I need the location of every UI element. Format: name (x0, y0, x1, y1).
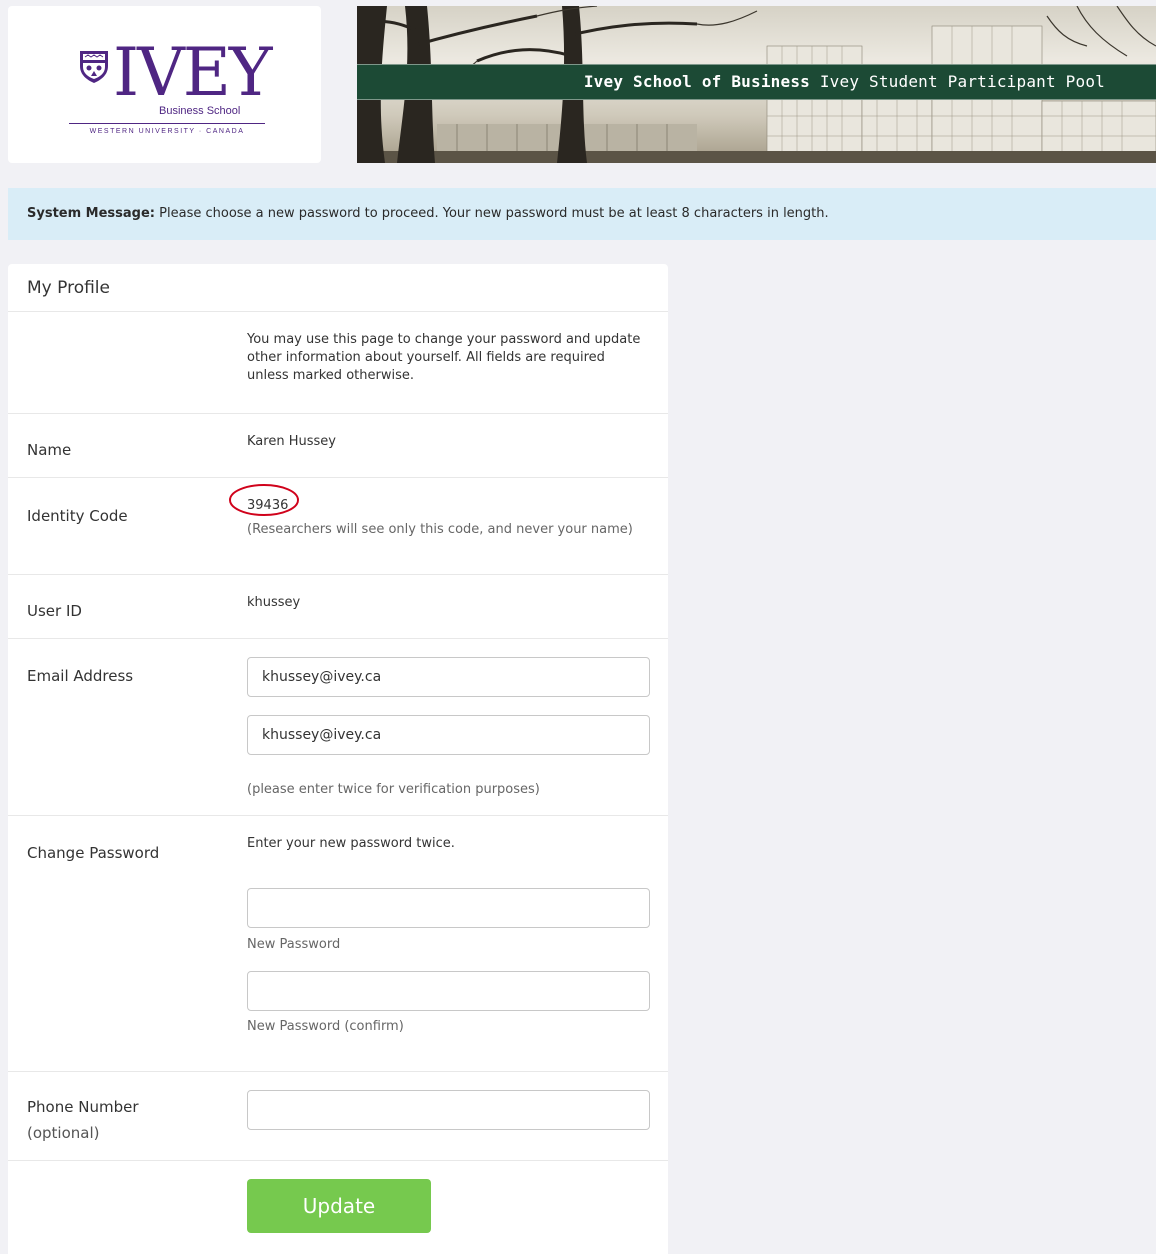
banner-title: Ivey School of Business Ivey Student Par… (584, 72, 1105, 91)
system-message: System Message: Please choose a new pass… (8, 188, 1156, 240)
email-note: (please enter twice for verification pur… (247, 782, 540, 797)
divider (8, 477, 668, 478)
ivey-logo: IVEY Business School WESTERN UNIVERSITY … (69, 34, 272, 142)
divider (8, 1160, 668, 1161)
logo-container[interactable]: IVEY Business School WESTERN UNIVERSITY … (8, 6, 321, 163)
shield-icon (80, 51, 108, 83)
divider (8, 574, 668, 575)
banner-title-bar: Ivey School of Business Ivey Student Par… (357, 64, 1156, 100)
profile-panel: My Profile You may use this page to chan… (8, 264, 668, 1254)
password-instruction: Enter your new password twice. (247, 836, 455, 851)
logo-divider (69, 123, 265, 124)
profile-intro-text: You may use this page to change your pas… (247, 332, 641, 383)
identity-code-label: Identity Code (27, 507, 128, 525)
change-password-label: Change Password (27, 844, 160, 862)
email-confirm-input[interactable] (247, 715, 650, 755)
email-input[interactable] (247, 657, 650, 697)
new-password-label: New Password (247, 937, 341, 952)
user-id-value: khussey (247, 595, 301, 610)
email-label: Email Address (27, 667, 134, 685)
phone-optional-label: (optional) (27, 1124, 100, 1142)
identity-code-value: 39436 (247, 498, 289, 513)
confirm-password-label: New Password (confirm) (247, 1019, 404, 1034)
panel-title: My Profile (27, 278, 110, 298)
phone-label: Phone Number (27, 1098, 139, 1116)
phone-input[interactable] (247, 1090, 650, 1130)
logo-school-name: Business School (159, 105, 241, 117)
update-button[interactable]: Update (247, 1179, 431, 1233)
system-message-label: System Message: (27, 206, 156, 221)
name-label: Name (27, 441, 72, 459)
divider (8, 815, 668, 816)
user-id-label: User ID (27, 602, 82, 620)
divider (8, 1071, 668, 1072)
logo-university: WESTERN UNIVERSITY · CANADA (89, 128, 245, 135)
identity-code-note: (Researchers will see only this code, an… (247, 522, 633, 537)
logo-wordmark: IVEY (113, 34, 272, 111)
banner-site-name: Ivey Student Participant Pool (819, 72, 1105, 91)
name-value: Karen Hussey (247, 434, 336, 449)
banner-school-name: Ivey School of Business (583, 72, 810, 91)
divider (8, 638, 668, 639)
system-message-text: Please choose a new password to proceed.… (159, 206, 829, 221)
new-password-input[interactable] (247, 888, 650, 928)
divider (8, 413, 668, 414)
header-banner: Ivey School of Business Ivey Student Par… (357, 6, 1156, 163)
divider (8, 311, 668, 312)
confirm-password-input[interactable] (247, 971, 650, 1011)
